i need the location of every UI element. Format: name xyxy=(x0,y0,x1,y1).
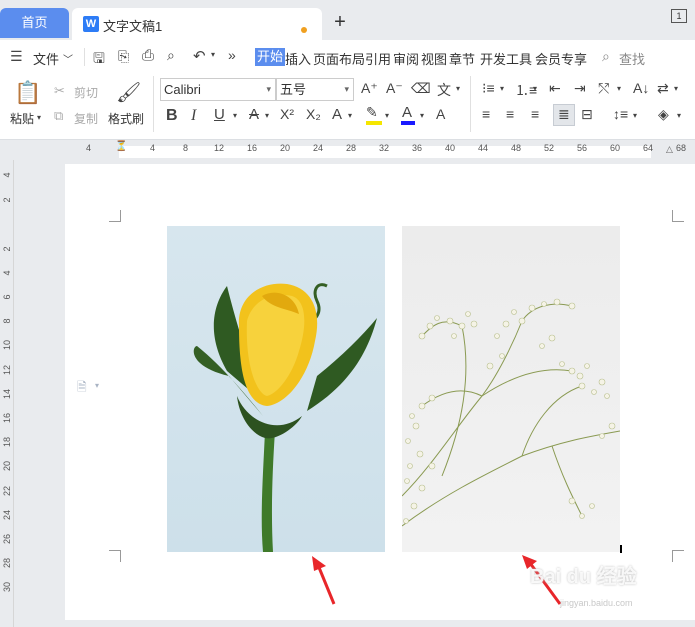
annotation-arrows xyxy=(312,555,562,605)
watermark-url: jingyan.baidu.com xyxy=(560,598,633,608)
red-arrow-icon xyxy=(312,556,336,605)
watermark: Bai du 经验 xyxy=(530,566,637,588)
